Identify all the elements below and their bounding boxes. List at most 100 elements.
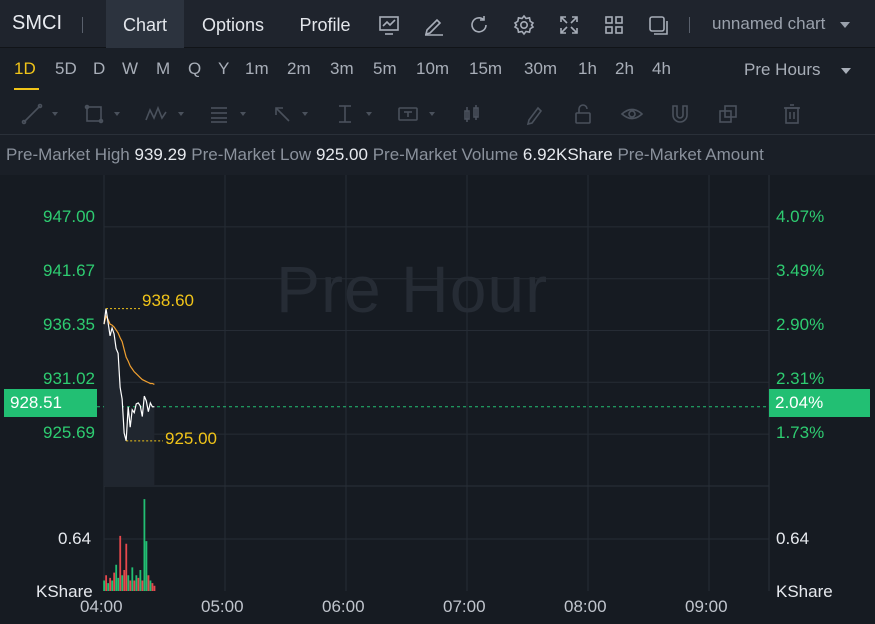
tab-chart[interactable]: Chart: [106, 0, 184, 48]
current-price-tag: 928.51: [4, 389, 97, 417]
settings-icon[interactable]: [512, 13, 536, 37]
volume-bar: [121, 575, 124, 591]
chevron-down-icon[interactable]: [240, 112, 246, 116]
interval-2m[interactable]: 2m: [287, 59, 311, 79]
interval-2h[interactable]: 2h: [615, 59, 634, 79]
volume-bar: [143, 499, 146, 591]
volume-bar: [141, 580, 144, 591]
percent-axis-label: 2.90%: [776, 315, 825, 334]
chevron-down-icon[interactable]: [178, 112, 184, 116]
symbol-title[interactable]: SMCI: [12, 12, 62, 35]
arrow-icon[interactable]: [270, 102, 294, 126]
pm-low-label: Pre-Market Low: [191, 145, 312, 164]
drawing-toolbar: [0, 93, 875, 135]
interval-1m[interactable]: 1m: [245, 59, 269, 79]
indicator-icon[interactable]: [377, 13, 401, 37]
price-chart[interactable]: Pre Hour 947.00 941.67 936.35 931.02 925…: [0, 175, 875, 624]
chevron-down-icon[interactable]: [366, 112, 372, 116]
volume-bar: [109, 577, 112, 591]
pm-volume-value: 6.92KShare: [522, 145, 613, 164]
interval-y[interactable]: Y: [218, 59, 229, 79]
fib-icon[interactable]: [207, 102, 231, 126]
interval-4h[interactable]: 4h: [652, 59, 671, 79]
pre-market-stats: Pre-Market High 939.29 Pre-Market Low 92…: [0, 136, 875, 174]
magnet-icon[interactable]: [668, 102, 692, 126]
price-axis-label: 936.35: [43, 315, 95, 334]
volume-bar: [133, 580, 136, 591]
pm-high-label: Pre-Market High: [6, 145, 130, 164]
current-percent-tag: 2.04%: [769, 389, 870, 417]
pattern-icon[interactable]: [144, 102, 168, 126]
price-axis-label: 941.67: [43, 261, 95, 280]
divider: [689, 17, 690, 33]
volume-bar: [113, 572, 116, 591]
pen-icon[interactable]: [523, 102, 547, 126]
price-axis-label: 931.02: [43, 369, 95, 388]
time-axis-label: 05:00: [201, 597, 244, 616]
interval-10m[interactable]: 10m: [416, 59, 449, 79]
volume-bar: [151, 583, 154, 591]
chevron-down-icon[interactable]: [114, 112, 120, 116]
volume-bar: [127, 575, 130, 591]
time-axis-label: 06:00: [322, 597, 365, 616]
text-icon[interactable]: [396, 102, 420, 126]
price-axis-label: 925.69: [43, 423, 95, 442]
percent-axis-label: 4.07%: [776, 207, 825, 226]
interval-w[interactable]: W: [122, 59, 138, 79]
interval-1h[interactable]: 1h: [578, 59, 597, 79]
volume-unit-label-right: KShare: [776, 582, 833, 601]
lock-icon[interactable]: [571, 102, 595, 126]
interval-q[interactable]: Q: [188, 59, 201, 79]
divider: [82, 17, 83, 33]
layout-icon[interactable]: [602, 13, 626, 37]
tab-options[interactable]: Options: [190, 0, 276, 48]
interval-5d[interactable]: 5D: [55, 59, 77, 79]
draw-icon[interactable]: [422, 13, 446, 37]
pm-volume-label: Pre-Market Volume: [372, 145, 519, 164]
refresh-icon[interactable]: [467, 13, 491, 37]
interval-1d[interactable]: 1D: [14, 59, 36, 79]
tab-profile[interactable]: Profile: [288, 0, 362, 48]
trend-line-icon[interactable]: [20, 102, 44, 126]
interval-15m[interactable]: 15m: [469, 59, 502, 79]
percent-axis-label: 3.49%: [776, 261, 825, 280]
price-axis-label: 947.00: [43, 207, 95, 226]
volume-bar: [139, 570, 142, 591]
rectangle-icon[interactable]: [82, 102, 106, 126]
volume-bar: [131, 567, 134, 591]
chart-name-dropdown[interactable]: unnamed chart: [712, 14, 825, 34]
interval-3m[interactable]: 3m: [330, 59, 354, 79]
interval-5m[interactable]: 5m: [373, 59, 397, 79]
chevron-down-icon[interactable]: [302, 112, 308, 116]
top-toolbar: SMCI Chart Options Profile unnamed chart: [0, 0, 875, 48]
volume-axis-label-right: 0.64: [776, 529, 810, 548]
trash-icon[interactable]: [780, 102, 804, 126]
session-dropdown[interactable]: Pre Hours: [744, 60, 821, 80]
volume-bar: [103, 580, 105, 591]
window-icon[interactable]: [646, 13, 670, 37]
volume-bar: [153, 585, 156, 591]
price-area: [104, 308, 155, 486]
chevron-down-icon[interactable]: [841, 68, 851, 74]
pm-amount-label: Pre-Market Amount: [617, 145, 764, 164]
candle-icon[interactable]: [460, 102, 484, 126]
fullscreen-icon[interactable]: [557, 13, 581, 37]
interval-m[interactable]: M: [156, 59, 170, 79]
time-axis-label: 04:00: [80, 597, 123, 616]
copy-icon[interactable]: [716, 102, 740, 126]
interval-30m[interactable]: 30m: [524, 59, 557, 79]
chevron-down-icon[interactable]: [429, 112, 435, 116]
volume-bar: [107, 583, 110, 591]
volume-bar: [137, 577, 140, 591]
volume-bar: [145, 541, 148, 591]
pm-high-value: 939.29: [134, 145, 187, 164]
interval-d[interactable]: D: [93, 59, 105, 79]
chart-canvas[interactable]: [0, 175, 875, 624]
volume-bar: [119, 535, 122, 591]
volume-axis-label: 0.64: [58, 529, 92, 548]
volume-bar: [117, 577, 120, 591]
chevron-down-icon[interactable]: [52, 112, 58, 116]
measure-icon[interactable]: [333, 102, 357, 126]
chevron-down-icon[interactable]: [840, 22, 850, 28]
eye-icon[interactable]: [620, 102, 644, 126]
